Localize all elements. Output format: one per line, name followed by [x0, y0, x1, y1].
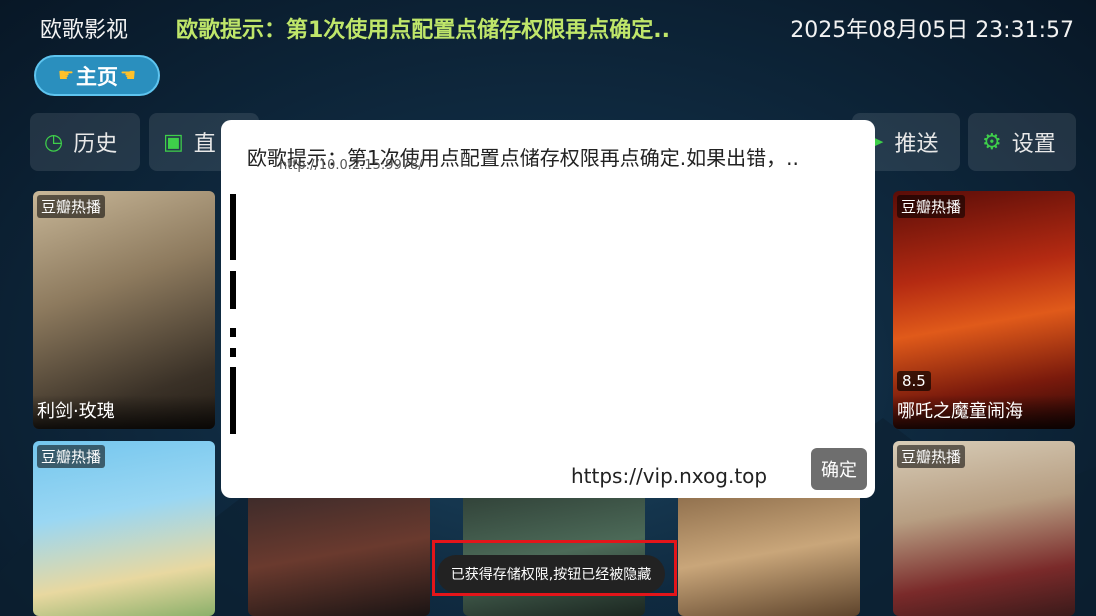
confirm-button[interactable]: 确定 — [811, 448, 867, 490]
pointing-hand-icon: ☚ — [120, 65, 137, 86]
dialog-url: http://10.0.2.15:9978/ — [279, 158, 423, 173]
marquee-notice: 欧歌提示：第1次使用点配置点储存权限再点确定.. — [176, 18, 671, 43]
loading-bar — [230, 271, 236, 309]
movie-card[interactable]: 豆瓣热播 — [893, 441, 1075, 616]
movie-title: 利剑·玫瑰 — [33, 395, 215, 429]
top-bar: 欧歌影视 欧歌提示：第1次使用点配置点储存权限再点确定.. 2025年08月05… — [0, 0, 1096, 52]
live-label: 直 — [193, 132, 216, 157]
history-icon: ◷ — [44, 129, 64, 155]
history-button[interactable]: ◷ 历史 — [30, 113, 140, 171]
movie-card[interactable]: 豆瓣热播 — [33, 441, 215, 616]
movie-card[interactable] — [678, 490, 860, 616]
push-label: 推送 — [894, 132, 939, 157]
toast-message: 已获得存储权限,按钮已经被隐藏 — [437, 555, 665, 593]
loading-bar — [230, 367, 236, 434]
clock: 2025年08月05日 23:31:57 — [790, 18, 1074, 43]
settings-label: 设置 — [1011, 132, 1056, 157]
home-button[interactable]: ☛ 主页 ☚ — [34, 55, 160, 96]
app-title: 欧歌影视 — [40, 18, 129, 43]
loading-bar — [230, 348, 236, 357]
history-label: 历史 — [73, 132, 118, 157]
douban-tag: 豆瓣热播 — [37, 445, 106, 468]
movie-title: 哪吒之魔童闹海 — [893, 395, 1075, 429]
movie-card[interactable]: 豆瓣热播 利剑·玫瑰 — [33, 191, 215, 429]
movie-card[interactable] — [248, 490, 430, 616]
loading-bar — [230, 328, 236, 337]
settings-button[interactable]: ⚙ 设置 — [968, 113, 1076, 171]
loading-bar — [230, 194, 236, 260]
douban-tag: 豆瓣热播 — [37, 195, 106, 218]
gear-icon: ⚙ — [982, 129, 1002, 155]
movie-card[interactable]: 豆瓣热播 8.5 哪吒之魔童闹海 — [893, 191, 1075, 429]
pointing-hand-icon: ☛ — [57, 65, 74, 86]
notice-dialog: 欧歌提示：第1次使用点配置点储存权限再点确定.如果出错，.. http://10… — [221, 120, 875, 498]
tv-icon: ▣ — [163, 129, 184, 155]
home-label: 主页 — [76, 64, 118, 89]
douban-tag: 豆瓣热播 — [897, 195, 966, 218]
rating-badge: 8.5 — [897, 371, 931, 391]
douban-tag: 豆瓣热播 — [897, 445, 966, 468]
dialog-site-url: https://vip.nxog.top — [571, 464, 768, 488]
